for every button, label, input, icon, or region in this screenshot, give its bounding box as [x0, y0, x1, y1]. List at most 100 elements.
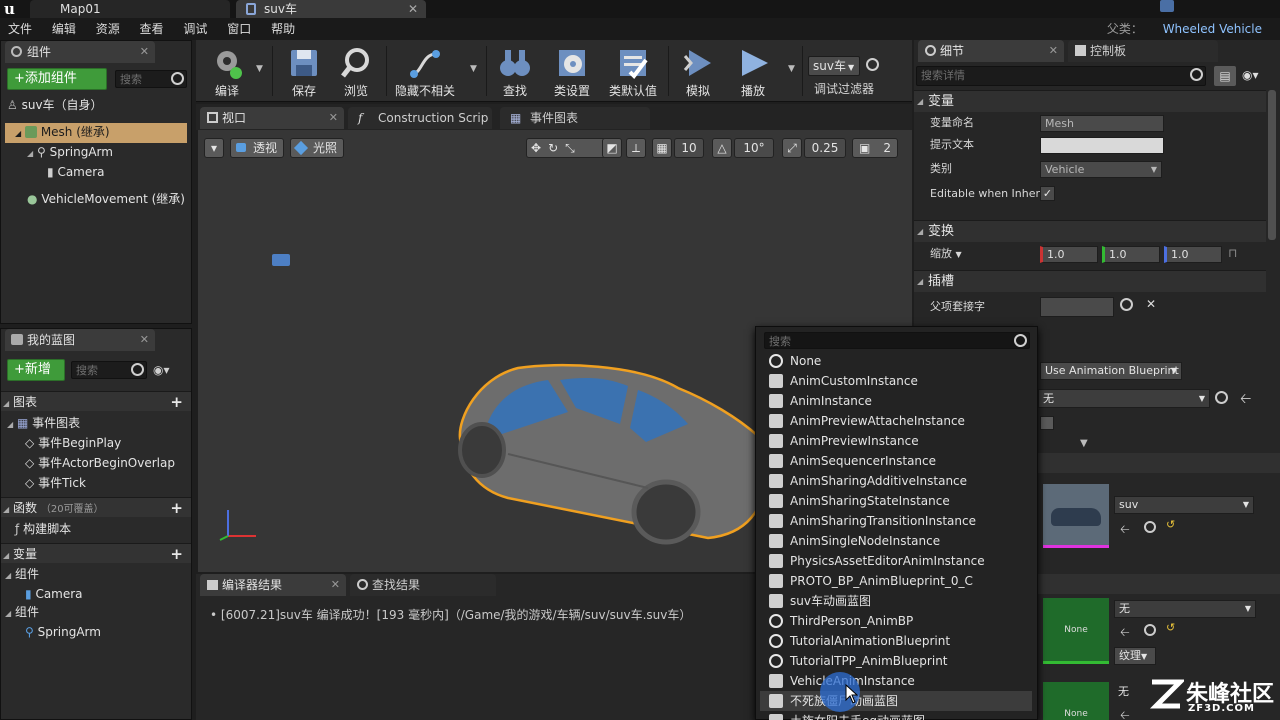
search-icon[interactable]	[1120, 298, 1133, 311]
add-new-button[interactable]: +新增	[7, 359, 65, 381]
variables-section-header[interactable]: ◢ 变量 +	[1, 543, 191, 563]
world-local-icon[interactable]: ◩	[602, 138, 622, 158]
category-variable[interactable]: 变量	[914, 90, 1266, 113]
rotation-snap-icon[interactable]: △	[712, 138, 732, 158]
simulate-button[interactable]: 模拟	[674, 40, 722, 102]
scale-y-input[interactable]: 1.0	[1102, 246, 1160, 263]
variable-item-camera[interactable]: ▮ Camera	[25, 585, 83, 603]
scale-snap-value[interactable]: 0.25	[804, 138, 846, 158]
graphs-section-header[interactable]: ◢ 图表 +	[1, 391, 191, 411]
compile-options-chevron-icon[interactable]: ▼	[256, 64, 263, 74]
search-icon[interactable]	[1215, 391, 1228, 404]
menu-window[interactable]: 窗口	[219, 18, 259, 40]
tab-my-blueprint[interactable]: 我的蓝图 ✕	[5, 329, 155, 351]
event-item-beginplay[interactable]: ◇ 事件BeginPlay	[25, 434, 121, 452]
mesh-thumbnail[interactable]	[1043, 484, 1109, 548]
close-icon[interactable]: ✕	[140, 41, 149, 63]
scale-snap-icon[interactable]: ⤢	[782, 138, 802, 158]
parent-socket-input[interactable]	[1040, 297, 1114, 317]
viewport-options-chevron-icon[interactable]: ▾	[204, 138, 224, 158]
search-icon[interactable]	[1144, 521, 1156, 533]
scrollbar[interactable]	[1268, 90, 1276, 240]
close-icon[interactable]: ✕	[408, 0, 418, 18]
perspective-button[interactable]: 透视	[230, 138, 284, 158]
picker-item[interactable]: PhysicsAssetEditorAnimInstance	[760, 551, 1032, 571]
picker-item[interactable]: suv车动画蓝图	[760, 591, 1032, 611]
surface-snap-icon[interactable]: ⟂	[626, 138, 646, 158]
component-item-camera[interactable]: ▮ Camera	[47, 163, 105, 181]
transform-mode-group[interactable]: ✥↻⤡	[526, 138, 606, 158]
tab-palette[interactable]: 控制板	[1068, 40, 1218, 62]
picker-item[interactable]: AnimPreviewInstance	[760, 431, 1032, 451]
picker-item[interactable]: AnimSingleNodeInstance	[760, 531, 1032, 551]
tab-map01[interactable]: Map01	[30, 0, 230, 18]
material-select-1[interactable]: 无 ▼	[1114, 600, 1256, 618]
picker-item[interactable]: AnimSequencerInstance	[760, 451, 1032, 471]
tab-compiler-results[interactable]: 编译器结果 ✕	[200, 574, 346, 596]
category-select[interactable]: Vehicle ▼	[1040, 161, 1162, 178]
add-variable-icon[interactable]: +	[170, 544, 183, 564]
picker-item[interactable]: 不死族僵尸动画蓝图	[760, 691, 1032, 711]
variable-group-components[interactable]: ◢ 组件	[5, 565, 39, 585]
picker-item[interactable]: VehicleAnimInstance	[760, 671, 1032, 691]
close-icon[interactable]: ✕	[1049, 40, 1058, 62]
lock-icon[interactable]: ⊓	[1228, 246, 1237, 260]
debug-object-select[interactable]: suv车 ▼	[808, 56, 860, 76]
variable-name-input[interactable]: Mesh	[1040, 115, 1164, 132]
picker-item[interactable]: AnimSharingTransitionInstance	[760, 511, 1032, 531]
event-item-tick[interactable]: ◇ 事件Tick	[25, 474, 86, 492]
add-component-button[interactable]: +添加组件	[7, 68, 107, 90]
picker-search-input[interactable]: 搜索	[764, 332, 1030, 349]
details-search-input[interactable]: 搜索详情	[916, 66, 1206, 86]
menu-asset[interactable]: 资源	[88, 18, 128, 40]
hide-unrelated-chevron-icon[interactable]: ▼	[470, 64, 477, 74]
category-transform[interactable]: 变换	[914, 220, 1266, 243]
use-selected-arrow-icon[interactable]: 🡠	[1240, 388, 1251, 412]
picker-item[interactable]: AnimSharingAdditiveInstance	[760, 471, 1032, 491]
move-icon[interactable]: ✥	[531, 141, 548, 155]
use-selected-arrow-icon[interactable]: 🡠	[1120, 520, 1130, 541]
rotate-icon[interactable]: ↻	[548, 141, 565, 155]
view-options-eye-icon[interactable]: ◉▾	[1242, 68, 1259, 82]
expand-advanced-icon[interactable]: ▼	[1080, 438, 1088, 449]
search-icon[interactable]	[1144, 624, 1156, 636]
event-item-actorbeginoverlap[interactable]: ◇ 事件ActorBeginOverlap	[25, 454, 175, 472]
scale-icon[interactable]: ⤡	[565, 141, 582, 155]
compile-button[interactable]: 编译	[200, 40, 254, 102]
texture-select[interactable]: 纹理▼	[1114, 647, 1156, 665]
class-settings-button[interactable]: 类设置	[546, 40, 598, 102]
camera-speed-button[interactable]: ▣ 2	[852, 138, 898, 158]
browse-button[interactable]: 浏览	[332, 40, 380, 102]
mesh-asset-select[interactable]: suv ▼	[1114, 496, 1254, 514]
tab-suv-blueprint[interactable]: suv车 ✕	[236, 0, 426, 18]
construction-script-item[interactable]: ƒ 构建脚本	[15, 520, 71, 538]
close-icon[interactable]: ✕	[331, 574, 340, 596]
menu-file[interactable]: 文件	[0, 18, 40, 40]
material-thumbnail-1[interactable]: None	[1043, 598, 1109, 664]
close-icon[interactable]: ✕	[329, 107, 338, 129]
grid-snap-value[interactable]: 10	[674, 138, 704, 158]
picker-item[interactable]: TutorialAnimationBlueprint	[760, 631, 1032, 651]
hide-unrelated-button[interactable]: 隐藏不相关	[392, 40, 458, 102]
save-button[interactable]: 保存	[280, 40, 328, 102]
use-selected-arrow-icon[interactable]: 🡠	[1120, 706, 1130, 720]
menu-help[interactable]: 帮助	[263, 18, 303, 40]
component-search-input[interactable]: 搜索	[115, 70, 187, 88]
checkbox[interactable]	[1040, 416, 1054, 430]
tab-components[interactable]: 组件 ✕	[5, 41, 155, 63]
functions-section-header[interactable]: ◢ 函数 （20可覆盖） +	[1, 497, 191, 517]
editable-checkbox[interactable]: ✓	[1040, 186, 1055, 201]
scale-x-input[interactable]: 1.0	[1040, 246, 1098, 263]
lit-button[interactable]: 光照	[290, 138, 344, 158]
component-root[interactable]: ♙ suv车（自身）	[7, 96, 103, 114]
find-button[interactable]: 查找	[492, 40, 538, 102]
picker-item[interactable]: PROTO_BP_AnimBlueprint_0_C	[760, 571, 1032, 591]
suv-car-mesh[interactable]	[448, 358, 768, 548]
variable-item-springarm[interactable]: ⚲ SpringArm	[25, 623, 101, 641]
category-sockets[interactable]: 插槽	[914, 270, 1266, 293]
view-options-eye-icon[interactable]: ◉▾	[153, 363, 170, 377]
tab-viewport[interactable]: 视口 ✕	[200, 107, 344, 129]
animation-mode-select[interactable]: Use Animation Blueprint ▼	[1040, 362, 1182, 380]
picker-item[interactable]: AnimSharingStateInstance	[760, 491, 1032, 511]
tab-find-results[interactable]: 查找结果	[350, 574, 496, 596]
